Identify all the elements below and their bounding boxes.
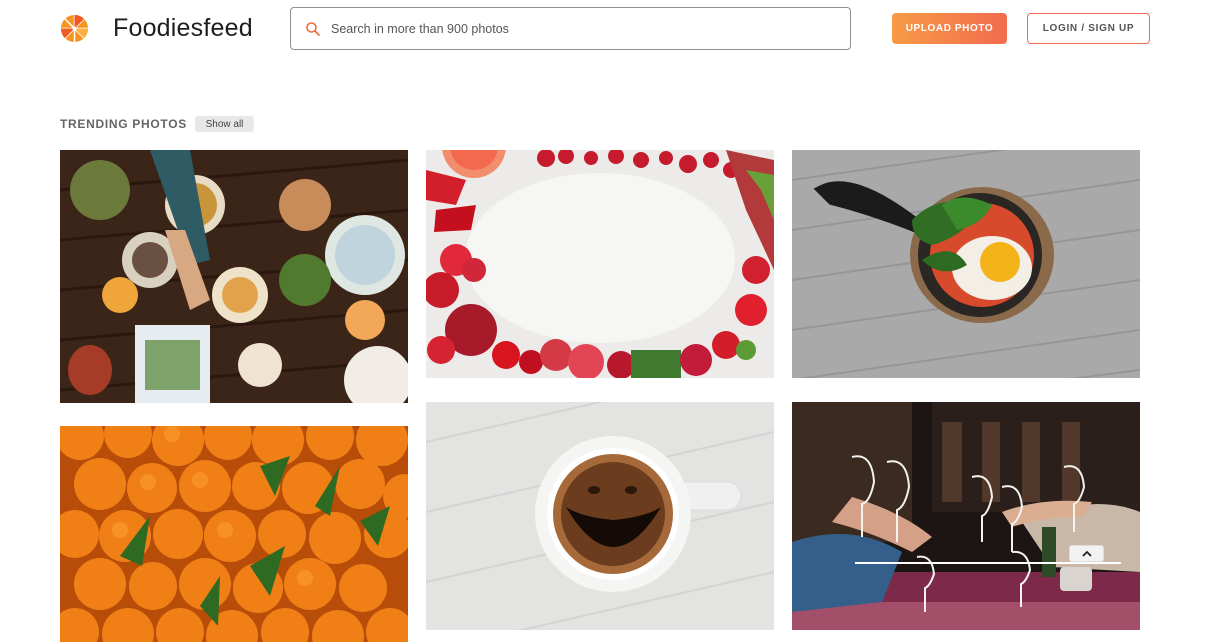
brand-name: Foodiesfeed (113, 14, 253, 42)
wine-toast-photo[interactable] (792, 402, 1140, 630)
search-box[interactable] (290, 7, 851, 50)
logo-icon (60, 14, 89, 43)
show-all-button[interactable]: Show all (195, 116, 254, 132)
scroll-indicator-line (855, 562, 1121, 564)
skillet-egg-photo[interactable] (792, 150, 1140, 378)
table-feast-photo[interactable] (60, 150, 408, 403)
chevron-up-icon (1081, 550, 1092, 557)
upload-photo-button[interactable]: UPLOAD PHOTO (892, 13, 1007, 44)
login-signup-button[interactable]: LOGIN / SIGN UP (1027, 13, 1150, 44)
coffee-cup-photo[interactable] (426, 402, 774, 630)
tangerines-image (60, 426, 408, 642)
red-fruits-image (426, 150, 774, 378)
skillet-egg-image (792, 150, 1140, 378)
coffee-cup-image (426, 402, 774, 630)
tangerines-photo[interactable] (60, 426, 408, 642)
table-feast-image (60, 150, 408, 403)
wine-toast-image (792, 402, 1140, 630)
search-icon (306, 21, 320, 36)
red-fruits-frame-photo[interactable] (426, 150, 774, 378)
section-title: TRENDING PHOTOS (60, 117, 187, 131)
logo-link[interactable]: Foodiesfeed (60, 14, 253, 43)
back-to-top-button[interactable] (1069, 545, 1104, 562)
site-header: Foodiesfeed UPLOAD PHOTO LOGIN / SIGN UP (0, 0, 1210, 60)
search-input[interactable] (331, 21, 811, 36)
